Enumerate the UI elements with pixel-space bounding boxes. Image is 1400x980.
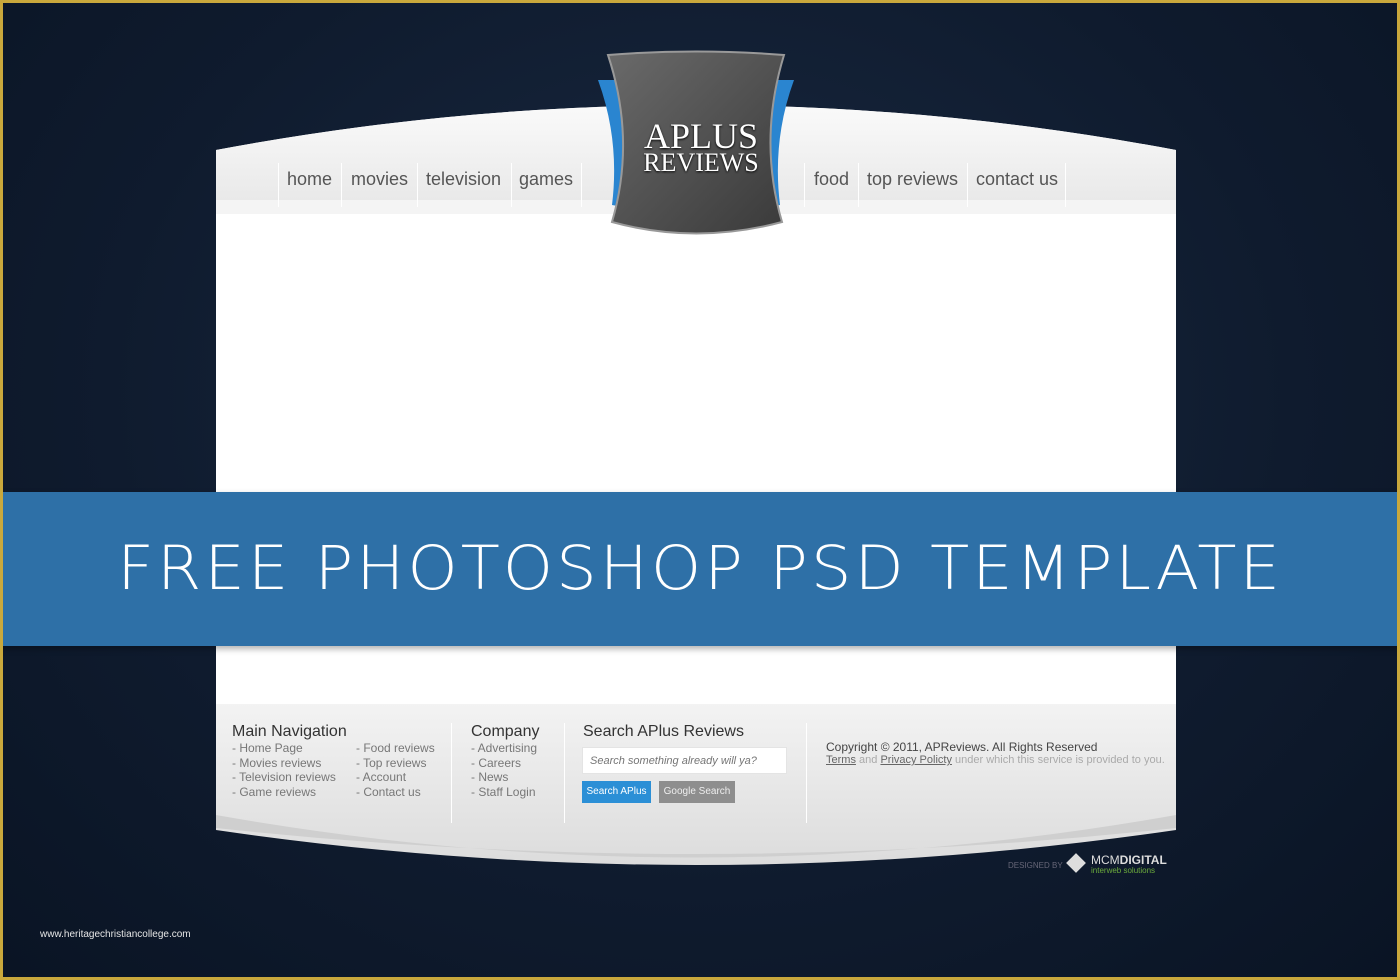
banner-text: FREE PHOTOSHOP PSD TEMPLATE bbox=[117, 533, 1283, 605]
footer-company-title: Company bbox=[471, 723, 540, 740]
legal-rest: under which this service is provided to … bbox=[955, 754, 1165, 766]
search-input[interactable] bbox=[582, 747, 787, 774]
footer-link[interactable]: - Home Page bbox=[232, 741, 336, 756]
copyright-text: Copyright © 2011, APReviews. All Rights … bbox=[826, 740, 1098, 754]
designed-by-label: DESIGNED BY bbox=[1008, 861, 1063, 870]
brand-a: MCM bbox=[1091, 853, 1120, 867]
footer-main-nav-col2: - Food reviews - Top reviews - Account -… bbox=[356, 741, 435, 799]
nav-contact-us[interactable]: contact us bbox=[976, 169, 1058, 190]
nav-food[interactable]: food bbox=[814, 169, 849, 190]
nav-top-reviews[interactable]: top reviews bbox=[867, 169, 958, 190]
footer-company-list: - Advertising - Careers - News - Staff L… bbox=[471, 741, 537, 799]
footer-link[interactable]: - Account bbox=[356, 770, 435, 785]
footer-link[interactable]: - Staff Login bbox=[471, 785, 537, 800]
footer-link[interactable]: - Careers bbox=[471, 756, 537, 771]
terms-link[interactable]: Terms bbox=[826, 754, 856, 766]
nav-movies[interactable]: movies bbox=[351, 169, 408, 190]
footer-main-nav-title: Main Navigation bbox=[232, 723, 347, 740]
google-search-button[interactable]: Google Search bbox=[659, 781, 735, 803]
footer-search-title: Search APlus Reviews bbox=[583, 723, 744, 740]
footer-link[interactable]: - Top reviews bbox=[356, 756, 435, 771]
footer-link[interactable]: - Game reviews bbox=[232, 785, 336, 800]
nav-games[interactable]: games bbox=[519, 169, 573, 190]
privacy-link[interactable]: Privacy Policty bbox=[880, 754, 952, 766]
footer-link[interactable]: - Movies reviews bbox=[232, 756, 336, 771]
brand-tagline: interweb solutions bbox=[1091, 866, 1156, 875]
footer-main-nav-col1: - Home Page - Movies reviews - Televisio… bbox=[232, 741, 336, 799]
logo-line2: REVIEWS bbox=[643, 148, 759, 177]
search-aplus-button[interactable]: Search APlus bbox=[582, 781, 651, 803]
banner: FREE PHOTOSHOP PSD TEMPLATE bbox=[3, 492, 1397, 646]
nav-home[interactable]: home bbox=[287, 169, 332, 190]
watermark: www.heritagechristiancollege.com bbox=[40, 929, 191, 940]
footer-link[interactable]: - Contact us bbox=[356, 785, 435, 800]
and-text: and bbox=[859, 754, 878, 766]
footer-link[interactable]: - Food reviews bbox=[356, 741, 435, 756]
footer-link[interactable]: - News bbox=[471, 770, 537, 785]
page: home movies television games food top re… bbox=[3, 3, 1397, 977]
brand-b: DIGITAL bbox=[1119, 853, 1167, 867]
mcm-brand[interactable]: MCMDIGITAL interweb solutions bbox=[1091, 854, 1167, 875]
legal-line: Terms and Privacy Policty under which th… bbox=[826, 754, 1165, 766]
nav-television[interactable]: television bbox=[426, 169, 501, 190]
footer-link[interactable]: - Advertising bbox=[471, 741, 537, 756]
footer-link[interactable]: - Television reviews bbox=[232, 770, 336, 785]
